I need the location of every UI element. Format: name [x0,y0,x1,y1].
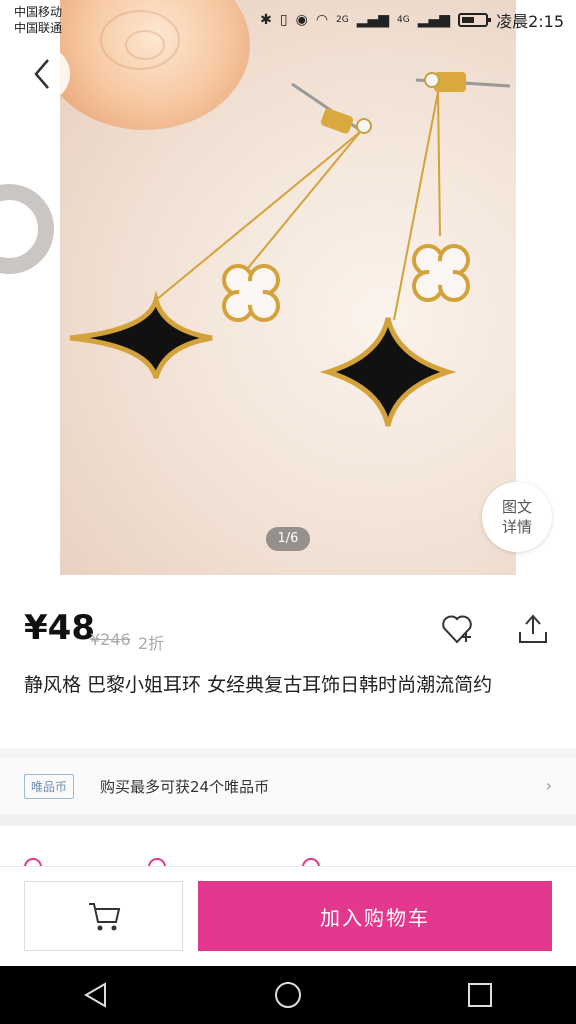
discount-label: 2折 [138,634,165,653]
signal-icon: ▂▄▆ [417,12,451,28]
original-price: ¥246 [90,630,131,649]
sale-price: ¥48 [24,608,95,648]
bluetooth-icon: ✱ [260,12,272,28]
status-bar: 中国移动 中国联通 ✱ ▯ ◉ ◠ 2G ▂▄▆ 4G ▂▄▆ 凌晨2:15 [0,0,576,40]
price-section: ¥48 ¥246 2折 [24,608,554,658]
battery-icon [458,13,492,27]
shopping-cart-icon [88,903,120,931]
detail-button-line2: 详情 [501,518,532,536]
carrier-1: 中国移动 [14,5,63,19]
triangle-back-icon [84,982,106,1008]
product-gallery[interactable]: 图文 详情 1/6 [0,0,576,575]
section-divider [0,748,576,758]
nav-back-button[interactable] [66,975,126,1015]
cart-button[interactable] [24,881,183,951]
nav-recents-button[interactable] [450,975,510,1015]
product-detail-page: 图文 详情 1/6 中国移动 中国联通 ✱ ▯ ◉ ◠ 2G ▂▄▆ 4G ▂▄… [0,0,576,1024]
product-photo[interactable] [60,0,516,575]
product-title: 静风格 巴黎小姐耳环 女经典复古耳饰日韩时尚潮流简约 [24,674,493,696]
clock: 凌晨2:15 [496,12,564,31]
gallery-page-indicator: 1/6 [266,527,310,551]
action-bar: 加入购物车 [0,866,576,966]
section-divider [0,814,576,826]
nav-home-button[interactable] [258,975,318,1015]
signal-icon: ▂▄▆ [356,12,390,28]
graphic-details-button[interactable]: 图文 详情 [482,482,552,552]
detail-button-line1: 图文 [501,498,532,516]
status-icons: ✱ ▯ ◉ ◠ 2G ▂▄▆ 4G ▂▄▆ 凌晨2:15 [260,8,564,32]
coin-text: 购买最多可获24个唯品币 [100,777,270,796]
vip-coin-row[interactable]: 唯品币 购买最多可获24个唯品币 › [0,758,576,814]
wifi-icon: ◠ [315,12,329,28]
back-button[interactable] [14,46,70,102]
square-recents-icon [468,983,492,1007]
network-1-label: 2G [336,15,349,25]
share-icon[interactable] [516,612,550,646]
earrings-image [69,72,511,427]
chevron-right-icon: › [545,776,552,795]
eye-icon: ◉ [295,12,308,28]
network-2-label: 4G [397,15,410,25]
carrier-info: 中国移动 中国联通 [14,4,62,36]
floating-ring-button[interactable] [0,184,54,274]
add-to-cart-button[interactable]: 加入购物车 [198,881,552,951]
vibrate-icon: ▯ [279,12,288,28]
favorite-heart-icon[interactable] [440,612,474,646]
system-nav-bar [0,966,576,1024]
coin-badge: 唯品币 [24,773,75,799]
carrier-2: 中国联通 [14,21,63,35]
circle-home-icon [275,982,301,1008]
chevron-left-icon [34,59,49,89]
